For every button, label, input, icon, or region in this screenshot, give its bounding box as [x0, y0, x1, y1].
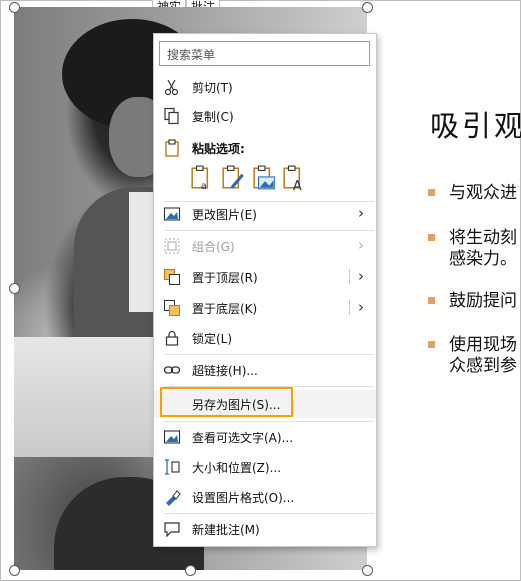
menu-label: 剪切(T)	[192, 81, 233, 95]
menu-item-hyperlink[interactable]: 超链接(H)...	[154, 356, 376, 384]
bullet-text: 鼓励提问	[449, 291, 517, 311]
search-placeholder: 搜索菜单	[167, 48, 216, 62]
bullet-text: 与观众进	[449, 183, 517, 203]
alt-text-icon	[163, 430, 181, 444]
size-position-icon	[165, 459, 180, 475]
submenu-split	[349, 269, 350, 284]
menu-separator	[164, 421, 374, 422]
menu-label: 大小和位置(Z)...	[192, 461, 282, 475]
menu-item-cut[interactable]: 剪切(T)	[154, 73, 376, 101]
resize-handle-top-left[interactable]	[9, 2, 20, 13]
lock-icon	[165, 330, 179, 346]
bullet-marker	[428, 189, 435, 196]
resize-handle-top-right[interactable]	[362, 2, 373, 13]
menu-label: 置于底层(K)	[192, 302, 258, 316]
chevron-right-icon[interactable]: ›	[358, 298, 364, 316]
paste-options-row: a A	[190, 165, 320, 191]
menu-label: 设置图片格式(O)...	[192, 491, 295, 505]
menu-label: 更改图片(E)	[192, 208, 257, 222]
menu-separator	[164, 354, 374, 355]
bring-to-front-icon	[164, 269, 180, 285]
menu-item-size-position[interactable]: 大小和位置(Z)...	[154, 453, 376, 481]
submenu-split	[349, 300, 350, 315]
menu-label: 查看可选文字(A)...	[192, 431, 294, 445]
resize-handle-bottom-left[interactable]	[9, 565, 20, 576]
menu-item-group[interactable]: 组合(G) ›	[154, 232, 376, 260]
link-icon	[163, 366, 181, 374]
change-picture-icon	[163, 207, 181, 221]
menu-item-copy[interactable]: 复制(C)	[154, 102, 376, 130]
resize-handle-bottom[interactable]	[185, 565, 196, 576]
menu-label: 超链接(H)...	[192, 364, 258, 378]
menu-item-change-picture[interactable]: 更改图片(E) ›	[154, 200, 376, 228]
context-menu: 搜索菜单 剪切(T) 复制(C) 粘贴选项: a A 更改图片(E) › 组合(…	[153, 33, 377, 547]
menu-item-lock[interactable]: 锁定(L)	[154, 324, 376, 352]
menu-separator	[164, 230, 374, 231]
menu-label: 复制(C)	[192, 110, 234, 124]
group-icon	[164, 238, 180, 254]
format-picture-icon	[166, 490, 181, 506]
menu-label: 新建批注(M)	[192, 523, 260, 537]
paste-options-heading: 粘贴选项:	[192, 142, 245, 156]
send-to-back-icon	[164, 300, 180, 316]
menu-label: 置于顶层(R)	[192, 271, 258, 285]
bullet-marker	[428, 341, 435, 348]
scissors-icon	[164, 79, 179, 96]
search-menu-input[interactable]: 搜索菜单	[159, 41, 370, 66]
menu-item-bring-to-front[interactable]: 置于顶层(R) ›	[154, 263, 376, 291]
slide-title[interactable]: 吸引观	[430, 103, 521, 145]
paste-keep-formatting-icon[interactable]	[221, 165, 245, 191]
bullet-marker	[428, 234, 435, 241]
menu-item-view-alt-text[interactable]: 查看可选文字(A)...	[154, 423, 376, 451]
bullet-text: 使用现场	[449, 335, 517, 355]
paste-text-only-icon[interactable]: A	[282, 165, 306, 191]
menu-item-send-to-back[interactable]: 置于底层(K) ›	[154, 294, 376, 322]
bullet-marker	[428, 297, 435, 304]
menu-item-paste-options: 粘贴选项:	[154, 134, 376, 162]
resize-handle-left[interactable]	[9, 283, 20, 294]
menu-label: 锁定(L)	[192, 332, 233, 346]
clipboard-icon	[165, 139, 179, 157]
bullet-text: 将生动刻	[449, 228, 517, 248]
chevron-right-icon: ›	[358, 236, 364, 254]
chevron-right-icon[interactable]: ›	[358, 267, 364, 285]
copy-icon	[164, 107, 179, 125]
bullet-text: 感染力。	[449, 249, 517, 269]
comment-icon	[164, 522, 180, 538]
bullet-text: 众感到参	[449, 356, 517, 376]
highlight-box	[160, 387, 293, 417]
menu-label: 组合(G)	[192, 240, 235, 254]
svg-text:A: A	[293, 179, 302, 191]
resize-handle-bottom-right[interactable]	[362, 565, 373, 576]
chevron-right-icon: ›	[358, 204, 364, 222]
paste-as-picture-icon[interactable]	[252, 165, 276, 191]
menu-item-format-picture[interactable]: 设置图片格式(O)...	[154, 483, 376, 511]
menu-item-new-comment[interactable]: 新建批注(M)	[154, 515, 376, 543]
paste-use-destination-theme-icon[interactable]: a	[190, 165, 214, 191]
svg-text:a: a	[201, 181, 207, 191]
menu-separator	[164, 513, 374, 514]
